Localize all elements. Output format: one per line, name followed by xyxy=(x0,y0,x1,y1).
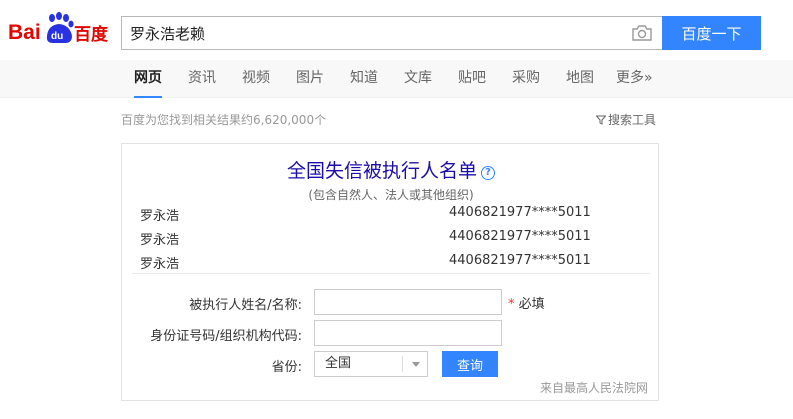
divider xyxy=(132,273,650,274)
required-text: 必填 xyxy=(518,297,545,312)
filter-icon xyxy=(595,115,607,125)
select-divider xyxy=(402,356,403,372)
source-link[interactable]: 来自最高人民法院网 xyxy=(540,379,648,396)
province-value: 全国 xyxy=(325,356,352,371)
list-item[interactable]: 罗永浩 4406821977****5011 xyxy=(140,229,640,251)
tab-caigou[interactable]: 采购 xyxy=(512,60,540,98)
baidu-logo[interactable]: Bai du 百度 xyxy=(8,12,114,50)
name-label: 被执行人姓名/名称: xyxy=(189,298,302,313)
tabs-bar: 网页 资讯 视频 图片 知道 文库 贴吧 采购 地图 更多» xyxy=(0,60,793,98)
person-id: 4406821977****5011 xyxy=(449,253,591,268)
camera-icon[interactable] xyxy=(631,24,653,42)
card-title-link[interactable]: 全国失信被执行人名单 xyxy=(287,160,477,182)
required-hint: * 必填 xyxy=(508,293,545,312)
province-label: 省份: xyxy=(271,360,302,375)
logo-text-du: du xyxy=(51,31,63,42)
tab-map[interactable]: 地图 xyxy=(566,60,594,98)
person-id: 4406821977****5011 xyxy=(449,229,591,244)
logo-text-baidu: 百度 xyxy=(74,24,109,45)
search-box xyxy=(121,16,662,50)
person-name: 罗永浩 xyxy=(140,233,180,248)
query-button[interactable]: 查询 xyxy=(442,351,498,377)
search-input[interactable] xyxy=(130,17,620,49)
person-name: 罗永浩 xyxy=(140,209,180,224)
search-tools-label: 搜索工具 xyxy=(608,113,657,127)
search-button[interactable]: 百度一下 xyxy=(662,16,761,50)
tab-images[interactable]: 图片 xyxy=(296,60,324,98)
id-label: 身份证号码/组织机构代码: xyxy=(150,329,302,344)
person-id: 4406821977****5011 xyxy=(449,205,591,220)
card-subtitle: (包含自然人、法人或其他组织) xyxy=(308,188,474,202)
tab-web[interactable]: 网页 xyxy=(134,60,162,98)
chevron-down-icon xyxy=(412,362,420,367)
required-star: * xyxy=(508,297,515,312)
dishonest-list-card: 全国失信被执行人名单? (包含自然人、法人或其他组织) 罗永浩 44068219… xyxy=(121,143,659,401)
list-item[interactable]: 罗永浩 4406821977****5011 xyxy=(140,205,640,227)
tab-tieba[interactable]: 贴吧 xyxy=(458,60,486,98)
list-item[interactable]: 罗永浩 4406821977****5011 xyxy=(140,253,640,275)
card-title: 全国失信被执行人名单? xyxy=(122,156,660,183)
person-name: 罗永浩 xyxy=(140,257,180,272)
province-select[interactable]: 全国 xyxy=(314,351,428,377)
tab-news[interactable]: 资讯 xyxy=(188,60,216,98)
tab-video[interactable]: 视频 xyxy=(242,60,270,98)
logo-text-bai: Bai xyxy=(8,21,41,44)
search-tools-button[interactable]: 搜索工具 xyxy=(595,111,657,128)
tab-zhidao[interactable]: 知道 xyxy=(350,60,378,98)
id-input[interactable] xyxy=(314,320,502,346)
tab-wenku[interactable]: 文库 xyxy=(404,60,432,98)
help-icon[interactable]: ? xyxy=(481,166,495,180)
result-count: 百度为您找到相关结果约6,620,000个 xyxy=(121,113,327,127)
tab-more[interactable]: 更多» xyxy=(616,60,653,98)
name-input[interactable] xyxy=(314,289,502,315)
